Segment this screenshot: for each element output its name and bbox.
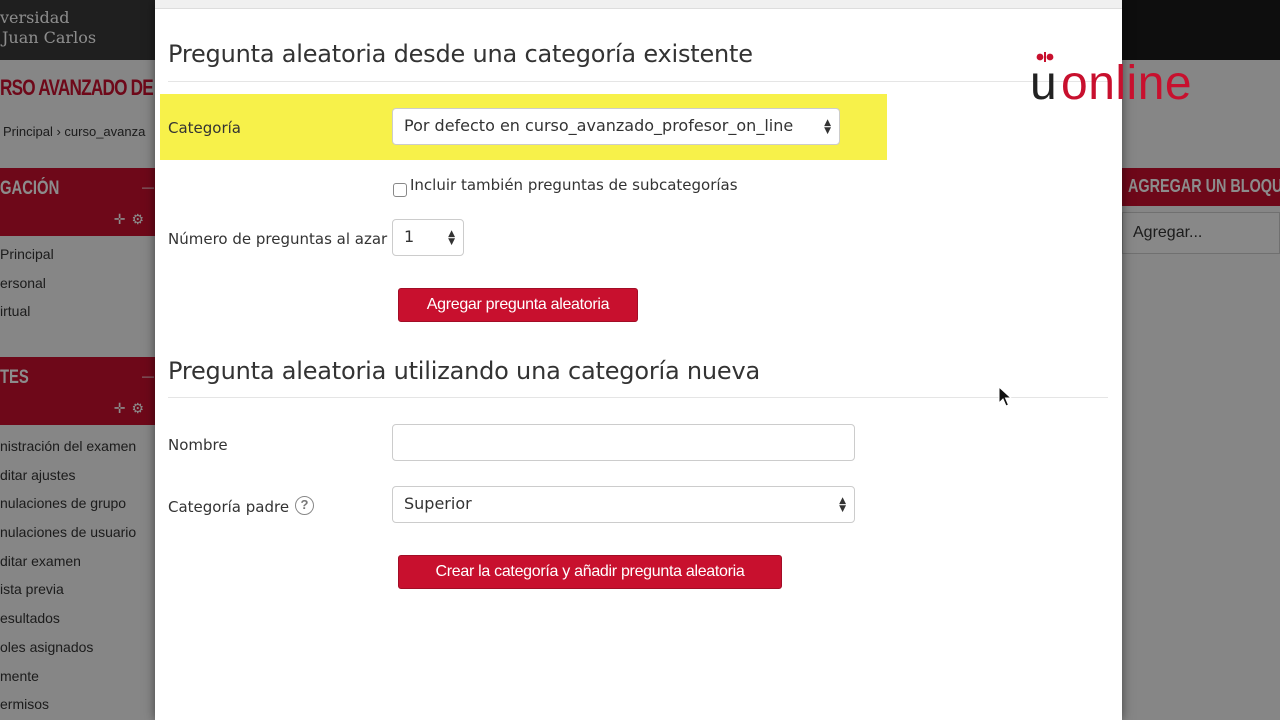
uonline-logo: u online [1030,50,1220,110]
name-label: Nombre [168,436,228,454]
uonline-text: online [1061,57,1193,110]
question-count-label: Número de preguntas al azar [168,230,388,248]
select-arrows-icon: ▲ ▼ [839,495,846,514]
section-divider [168,81,1108,82]
existing-category-section-title: Pregunta aleatoria desde una categoría e… [168,40,753,68]
category-select-value: Por defecto en curso_avanzado_profesor_o… [404,116,794,135]
question-count-value: 1 [404,227,415,246]
random-question-dialog: Pregunta aleatoria desde una categoría e… [155,0,1122,720]
mouse-cursor-icon [998,386,1012,407]
category-select[interactable]: Por defecto en curso_avanzado_profesor_o… [392,108,840,145]
parent-category-select[interactable]: Superior ▲ ▼ [392,486,855,523]
question-count-select[interactable]: 1 ▲ ▼ [392,219,464,256]
include-subcategories-checkbox[interactable] [393,183,407,197]
select-arrows-icon: ▲ ▼ [824,117,831,136]
parent-category-label: Categoría padre [168,498,290,516]
parent-category-value: Superior [404,494,472,513]
include-subcategories-label[interactable]: Incluir también preguntas de subcategorí… [410,176,738,194]
select-arrows-icon: ▲ ▼ [448,228,455,247]
category-name-input[interactable] [392,424,855,461]
help-icon[interactable]: ? [295,496,314,515]
create-category-button[interactable]: Crear la categoría y añadir pregunta ale… [398,555,782,589]
add-random-question-button[interactable]: Agregar pregunta aleatoria [398,288,638,322]
uonline-u: u [1030,57,1057,110]
new-category-section-title: Pregunta aleatoria utilizando una catego… [168,357,760,385]
section-divider [168,397,1108,398]
dialog-titlebar [155,0,1122,9]
category-label: Categoría [168,119,242,137]
